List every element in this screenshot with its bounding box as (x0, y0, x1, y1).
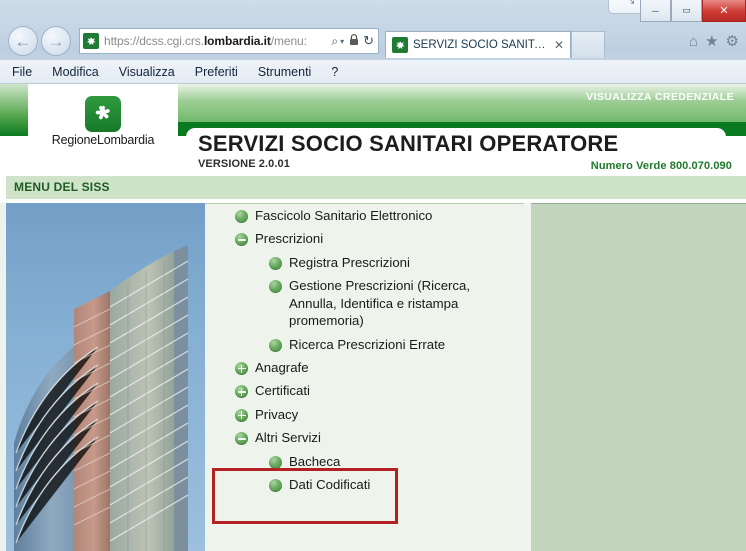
browser-menubar: File Modifica Visualizza Preferiti Strum… (0, 60, 746, 84)
menu-item-label: Gestione Prescrizioni (Ricerca, Annulla,… (289, 278, 471, 329)
menu-item-bacheca[interactable]: Bacheca (269, 450, 530, 473)
menu-item-label: Ricerca Prescrizioni Errate (289, 336, 446, 352)
bullet-collapsed-plus-icon[interactable] (235, 361, 248, 375)
menu-item-registra-prescrizioni[interactable]: Registra Prescrizioni (269, 251, 530, 274)
menu-tree: Fascicolo Sanitario Elettronico Prescriz… (205, 204, 530, 496)
lock-icon (347, 33, 361, 49)
menu-item-fascicolo-sanitario-elettronico[interactable]: Fascicolo Sanitario Elettronico (235, 204, 530, 227)
menu-preferiti[interactable]: Preferiti (195, 65, 238, 79)
expand-icon[interactable]: ⤡ (625, 0, 634, 6)
visualizza-credenziale-link[interactable]: VISUALIZZA CREDENZIALE (586, 91, 734, 103)
menu-item-label: Altri Servizi (255, 430, 321, 446)
bullet-leaf-icon (269, 256, 282, 270)
menu-item-gestione-prescrizioni[interactable]: Gestione Prescrizioni (Ricerca, Annulla,… (269, 274, 530, 332)
bullet-expanded-minus-icon[interactable] (235, 233, 248, 247)
bullet-leaf-icon (269, 338, 282, 352)
menu-item-label: Bacheca (289, 453, 341, 469)
window-controls: ─ ▭ ✕ (640, 0, 746, 22)
tab-strip: SERVIZI SOCIO SANITARI O... ✕ (385, 24, 605, 58)
menu-strumenti[interactable]: Strumenti (258, 65, 312, 79)
browser-toolbar-icons: ⌂ ★ ⚙ (689, 34, 746, 49)
menu-item-anagrafe[interactable]: Anagrafe (235, 356, 530, 379)
favorites-star-icon[interactable]: ★ (705, 34, 718, 49)
bullet-leaf-icon (269, 455, 282, 469)
browser-window: ⤡ ⌄ ─ ▭ ✕ ← → https://dcss.cgi.crs.lomba… (0, 0, 746, 551)
menu-file[interactable]: File (12, 65, 32, 79)
bullet-collapsed-plus-icon[interactable] (235, 385, 248, 399)
menu-siss-bar-bg (6, 176, 746, 199)
page-content: VISUALIZZA CREDENZIALE RegioneLombardia … (0, 84, 746, 551)
menu-item-label: Certificati (255, 383, 310, 399)
bullet-expanded-minus-icon[interactable] (235, 432, 248, 446)
sidebar-building-photo (6, 203, 205, 551)
close-button[interactable]: ✕ (702, 0, 746, 22)
tab-close-icon[interactable]: ✕ (554, 39, 564, 51)
menu-help[interactable]: ? (331, 65, 338, 79)
page-title: SERVIZI SOCIO SANITARI OPERATORE (198, 131, 619, 156)
chevron-down-icon[interactable]: ▾ (340, 37, 347, 46)
tab-favicon-icon (392, 37, 408, 53)
numero-verde-label: Numero Verde 800.070.090 (590, 160, 732, 172)
menu-item-altri-servizi[interactable]: Altri Servizi (235, 426, 530, 449)
menu-item-prescrizioni[interactable]: Prescrizioni (235, 227, 530, 250)
menu-item-certificati[interactable]: Certificati (235, 379, 530, 402)
content-body: Fascicolo Sanitario Elettronico Prescriz… (0, 203, 746, 551)
menu-item-label: Anagrafe (255, 359, 309, 375)
menu-item-privacy[interactable]: Privacy (235, 403, 530, 426)
menu-modifica[interactable]: Modifica (52, 65, 99, 79)
settings-gear-icon[interactable]: ⚙ (726, 34, 739, 49)
logo-text: RegioneLombardia (51, 133, 155, 147)
search-icon[interactable]: ⌕ (329, 34, 340, 49)
maximize-button[interactable]: ▭ (671, 0, 702, 22)
menu-visualizza[interactable]: Visualizza (119, 65, 175, 79)
menu-item-dati-codificati[interactable]: Dati Codificati (269, 473, 530, 496)
navigation-row: ← → https://dcss.cgi.crs.lombardia.it/me… (0, 24, 746, 58)
panel-gutter (524, 203, 531, 551)
right-panel (531, 203, 746, 551)
menu-siss-label: MENU DEL SISS (14, 180, 110, 194)
address-bar[interactable]: https://dcss.cgi.crs.lombardia.it/menu: … (79, 28, 379, 54)
browser-tab[interactable]: SERVIZI SOCIO SANITARI O... ✕ (385, 31, 571, 58)
minimize-button[interactable]: ─ (640, 0, 671, 22)
forward-button[interactable]: → (41, 26, 71, 56)
menu-item-label: Registra Prescrizioni (289, 254, 410, 270)
back-button[interactable]: ← (8, 26, 38, 56)
bullet-leaf-icon (235, 210, 248, 223)
refresh-icon[interactable]: ↻ (361, 33, 376, 49)
bullet-leaf-icon (269, 479, 282, 493)
bullet-collapsed-plus-icon[interactable] (235, 408, 248, 422)
window-titlebar: ⤡ ⌄ ─ ▭ ✕ (0, 0, 746, 22)
menu-item-label: Privacy (255, 406, 299, 422)
site-favicon-icon (83, 33, 99, 49)
menu-item-label: Prescrizioni (255, 231, 324, 247)
bullet-leaf-icon (269, 280, 282, 294)
home-icon[interactable]: ⌂ (689, 34, 698, 49)
url-text[interactable]: https://dcss.cgi.crs.lombardia.it/menu: (99, 34, 329, 48)
menu-siss-bar: Numero Verde 800.070.090 MENU DEL SISS (0, 160, 746, 203)
menu-item-label: Dati Codificati (289, 477, 371, 493)
rosa-camuna-icon (85, 96, 121, 132)
menu-item-label: Fascicolo Sanitario Elettronico (255, 208, 433, 223)
siss-menu-panel: Fascicolo Sanitario Elettronico Prescriz… (205, 203, 530, 551)
tab-title: SERVIZI SOCIO SANITARI O... (413, 39, 549, 51)
new-tab-button[interactable] (571, 31, 605, 58)
header-left-strip (0, 84, 28, 136)
browser-chrome: ⤡ ⌄ ─ ▭ ✕ ← → https://dcss.cgi.crs.lomba… (0, 0, 746, 84)
menu-item-ricerca-prescrizioni-errate[interactable]: Ricerca Prescrizioni Errate (269, 333, 530, 356)
regione-lombardia-logo[interactable]: RegioneLombardia (28, 84, 178, 159)
